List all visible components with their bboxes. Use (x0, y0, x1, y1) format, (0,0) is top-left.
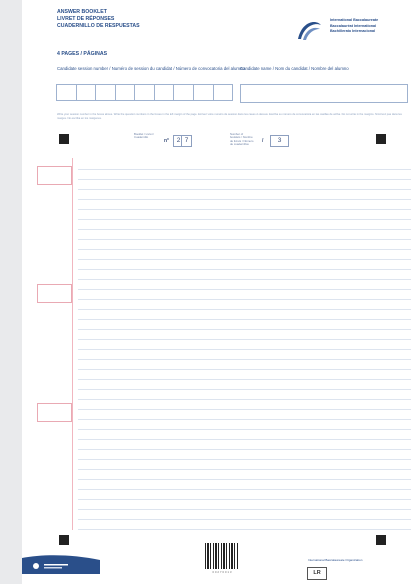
number-box[interactable] (56, 84, 77, 101)
number-box[interactable] (173, 84, 194, 101)
booklet-count-digit[interactable]: 3 (270, 135, 289, 147)
booklet-label: Booklet / Livret / Cuadernillo (134, 132, 155, 140)
org-line-3: Bachillerato Internacional (330, 29, 376, 33)
candidate-name-label: Candidate name / Nom du candidat / Nombr… (240, 66, 349, 71)
form-code: LR (307, 567, 327, 580)
title-fr: LIVRET DE RÉPONSES (57, 16, 115, 22)
registration-mark-bottom-left (59, 535, 69, 545)
candidate-number-boxes[interactable] (56, 84, 234, 101)
number-box[interactable] (114, 84, 136, 101)
title-en: ANSWER BOOKLET (57, 9, 107, 15)
title-es: CUADERNILLO DE RESPUESTAS (57, 23, 140, 29)
footer-organisation: International Baccalaureate Organization (308, 558, 363, 562)
barcode-number: 0 0 2 7 0 0 1 3 (212, 570, 232, 574)
barcode (205, 543, 238, 569)
ruled-writing-area[interactable] (78, 160, 411, 530)
answer-booklet-page: ANSWER BOOKLET LIVRET DE RÉPONSES CUADER… (22, 0, 411, 584)
ib-logo-icon (298, 21, 321, 40)
number-box[interactable] (212, 84, 234, 101)
booklet-count-separator: / (262, 138, 264, 144)
question-number-box[interactable] (37, 403, 72, 422)
registration-mark-top-left (59, 134, 69, 144)
number-box[interactable] (134, 84, 155, 101)
margin-rule (72, 158, 73, 530)
booklet-digit-2[interactable]: 7 (181, 135, 192, 147)
candidate-name-field[interactable] (240, 84, 408, 103)
booklet-prefix: n° (164, 138, 170, 144)
organisation-name: International Baccalaureate Baccalauréat… (330, 18, 410, 35)
candidate-number-label: Candidate session number / Numéro de ses… (57, 66, 245, 71)
question-number-box[interactable] (37, 284, 72, 303)
number-box[interactable] (95, 84, 116, 101)
number-box[interactable] (192, 84, 214, 101)
booklet-count-label: Number of booklets / Nombre de livrets /… (230, 132, 254, 147)
instructions-text: Write your session number in the boxes a… (57, 113, 402, 120)
number-box[interactable] (75, 84, 97, 101)
footer-ib-logo-icon (22, 555, 100, 574)
registration-mark-top-right (376, 134, 386, 144)
question-number-box[interactable] (37, 166, 72, 185)
page-count: 4 PAGES / PÁGINAS (57, 51, 108, 57)
booklet-title: ANSWER BOOKLET LIVRET DE RÉPONSES CUADER… (57, 9, 217, 30)
number-box[interactable] (153, 84, 175, 101)
registration-mark-bottom-right (376, 535, 386, 545)
